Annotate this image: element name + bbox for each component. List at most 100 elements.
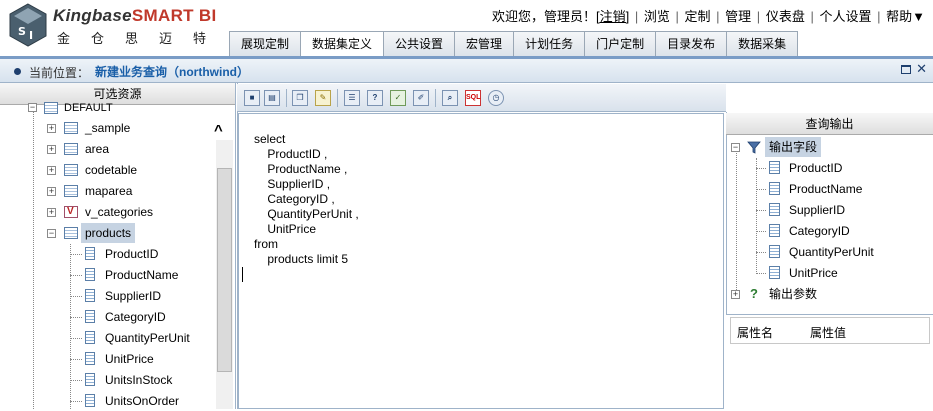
toolbar-separator xyxy=(337,89,338,107)
field-icon xyxy=(769,245,780,258)
scroll-up-icon[interactable]: ^ xyxy=(214,122,223,139)
field-label: UnitsInStock xyxy=(105,373,173,387)
editor-toolbar: ■ ▤ ❐ ✎ ☰ ? ✓ ✐ ⌕ SQL ◷ xyxy=(237,84,726,112)
tree-node-label-selected: products xyxy=(81,223,136,243)
text-cursor xyxy=(242,267,243,282)
property-value-header: 属性值 xyxy=(810,326,847,340)
output-field-label: ProductID xyxy=(789,161,843,175)
output-panel-title: 查询输出 xyxy=(726,113,933,135)
field-icon xyxy=(85,394,95,407)
table-icon xyxy=(64,227,78,239)
tree-node-label: DEFAULT xyxy=(64,102,113,114)
bullet-icon xyxy=(14,68,21,75)
field-icon xyxy=(85,373,95,386)
toolbar-separator xyxy=(435,89,436,107)
brand-name: KingbaseSMART BI xyxy=(53,6,217,25)
check-icon[interactable]: ✓ xyxy=(390,90,406,106)
output-field-label: ProductName xyxy=(789,182,863,196)
sql-text[interactable]: select ProductID , ProductName , Supplie… xyxy=(254,132,359,267)
tree-guide xyxy=(756,158,757,274)
tab-dataset-definition[interactable]: 数据集定义 xyxy=(300,31,385,57)
field-label: CategoryID xyxy=(105,310,166,324)
copy-icon[interactable]: ❐ xyxy=(292,90,308,106)
save-as-icon[interactable]: ▤ xyxy=(264,90,280,106)
app-header: S I KingbaseSMART BI 金仓思迈特 欢迎您，管理员！[注销] … xyxy=(0,0,933,57)
nav-manage[interactable]: 管理 xyxy=(725,9,751,24)
output-params-label: 输出参数 xyxy=(769,287,818,301)
field-icon xyxy=(769,203,780,216)
main-tabs: 展现定制 数据集定义 公共设置 宏管理 计划任务 门户定制 目录发布 数据采集 xyxy=(229,31,799,57)
toolbar-separator xyxy=(286,89,287,107)
property-table-header: 属性名 属性值 xyxy=(730,317,930,344)
resource-panel-title: 可选资源 xyxy=(0,83,235,105)
svg-text:S: S xyxy=(18,25,26,38)
clear-icon[interactable]: ✎ xyxy=(315,90,331,106)
logo-icon: S I xyxy=(9,3,47,47)
save-icon[interactable]: ■ xyxy=(244,90,260,106)
output-field-label: SupplierID xyxy=(789,203,846,217)
tree-guide xyxy=(33,105,34,409)
nav-dashboard[interactable]: 仪表盘 xyxy=(766,9,805,24)
tab-data-collection[interactable]: 数据采集 xyxy=(726,31,799,56)
location-title: 新建业务查询（northwind） xyxy=(95,65,249,79)
logout-link[interactable]: [注销] xyxy=(596,9,629,24)
field-label: UnitsOnOrder xyxy=(105,394,180,408)
sql-editor[interactable]: select ProductID , ProductName , Supplie… xyxy=(238,113,724,409)
help-menu[interactable]: 帮助▼ xyxy=(886,9,925,24)
tab-scheduled-tasks[interactable]: 计划任务 xyxy=(513,31,586,56)
svg-text:I: I xyxy=(29,29,33,42)
scrollbar-thumb[interactable] xyxy=(217,168,232,372)
field-icon xyxy=(85,289,95,302)
question-icon: ? xyxy=(750,286,758,301)
close-icon[interactable]: ✕ xyxy=(916,61,927,77)
field-label: ProductName xyxy=(105,268,179,282)
field-label: UnitPrice xyxy=(105,352,154,366)
field-icon xyxy=(85,352,95,365)
top-navigation: 欢迎您，管理员！[注销] | 浏览 | 定制 | 管理 | 仪表盘 | 个人设置… xyxy=(491,9,925,24)
tab-presentation[interactable]: 展现定制 xyxy=(229,31,302,56)
field-label: ProductID xyxy=(105,247,159,261)
location-bar: 当前位置： 新建业务查询（northwind） ✕ xyxy=(0,59,933,83)
tree-node-label: _sample xyxy=(85,121,131,135)
field-icon xyxy=(85,331,95,344)
field-label: SupplierID xyxy=(105,289,162,303)
table-icon[interactable]: ☰ xyxy=(344,90,360,106)
tree-node-label: maparea xyxy=(85,184,133,198)
tree-node-label: area xyxy=(85,142,110,156)
nav-customize[interactable]: 定制 xyxy=(685,9,711,24)
tree-guide xyxy=(736,146,737,296)
tree-guide xyxy=(70,244,71,409)
table-icon xyxy=(64,185,78,197)
nav-browse[interactable]: 浏览 xyxy=(644,9,670,24)
table-icon xyxy=(64,143,78,155)
tab-portal-customize[interactable]: 门户定制 xyxy=(584,31,657,56)
table-icon xyxy=(64,122,78,134)
tree-node-label: codetable xyxy=(85,163,138,177)
tab-catalog-publish[interactable]: 目录发布 xyxy=(655,31,728,56)
search-icon[interactable]: ⌕ xyxy=(442,90,458,106)
field-label: QuantityPerUnit xyxy=(105,331,190,345)
param-icon[interactable]: ? xyxy=(367,90,383,106)
edit-icon[interactable]: ✐ xyxy=(413,90,429,106)
field-icon xyxy=(769,224,780,237)
tree-node-label: v_categories xyxy=(85,205,154,219)
output-field-label: UnitPrice xyxy=(789,266,838,280)
tab-public-settings[interactable]: 公共设置 xyxy=(383,31,456,56)
brand-chinese: 金仓思迈特 xyxy=(57,31,228,46)
field-icon xyxy=(85,247,95,260)
sql-icon[interactable]: SQL xyxy=(465,90,481,106)
view-icon xyxy=(64,202,78,222)
maximize-icon[interactable] xyxy=(901,65,911,74)
output-fields-label: 输出字段 xyxy=(765,137,822,157)
table-icon xyxy=(64,164,78,176)
output-fields-icon xyxy=(747,141,761,154)
field-icon xyxy=(85,268,95,281)
tab-macro-management[interactable]: 宏管理 xyxy=(454,31,515,56)
field-icon xyxy=(769,266,780,279)
clock-icon[interactable]: ◷ xyxy=(488,90,504,106)
field-icon xyxy=(769,182,780,195)
field-icon xyxy=(85,310,95,323)
nav-personal-settings[interactable]: 个人设置 xyxy=(819,9,871,24)
property-name-header: 属性名 xyxy=(737,326,774,340)
output-field-label: CategoryID xyxy=(789,224,850,238)
